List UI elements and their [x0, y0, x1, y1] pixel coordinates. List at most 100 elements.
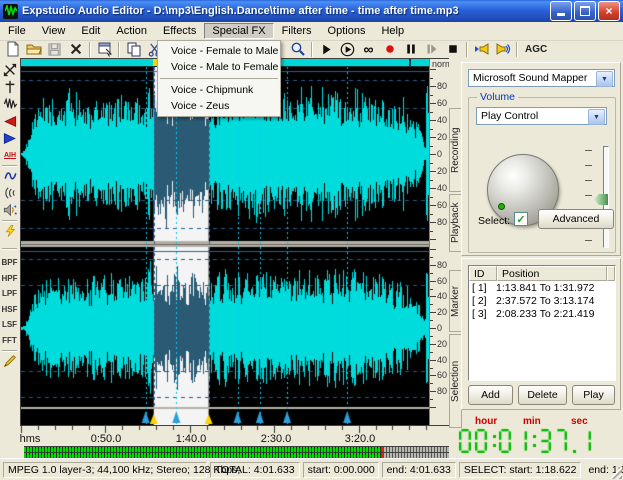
menu-item-filters[interactable]: Filters	[274, 23, 320, 39]
volume-control-combo[interactable]: Play Control ▼	[476, 107, 607, 125]
scale-label: 60	[437, 200, 447, 210]
marker-row[interactable]: [ 2] 2:37.572 To 3:13.174	[469, 294, 615, 307]
close-button[interactable]: ×	[598, 1, 620, 21]
speaker-fx-button[interactable]	[2, 202, 18, 218]
zoom-button[interactable]	[287, 41, 308, 58]
lsf-filter-button[interactable]: LSF	[1, 318, 18, 331]
add-marker-button[interactable]: Add	[468, 385, 513, 405]
copy-button[interactable]	[123, 41, 144, 58]
play-selection-button[interactable]	[337, 41, 358, 58]
play-marker-button[interactable]: Play	[572, 385, 615, 405]
column-header-position[interactable]: Position	[497, 266, 607, 281]
scale-tick	[430, 328, 436, 329]
menu-bar: File View Edit Action Effects Special FX…	[0, 22, 623, 41]
new-file-button[interactable]	[2, 41, 23, 58]
fade-in-button[interactable]	[2, 113, 18, 129]
pause-button[interactable]	[400, 41, 421, 58]
stop-button[interactable]	[442, 41, 463, 58]
fade-out-button[interactable]	[2, 130, 18, 146]
menu-item-effects[interactable]: Effects	[155, 23, 204, 39]
delete-marker-button[interactable]: Delete	[518, 385, 567, 405]
select-checkbox[interactable]: ✓	[514, 212, 528, 226]
advanced-button[interactable]: Advanced	[538, 209, 614, 229]
step-forward-button[interactable]	[421, 41, 442, 58]
record-button[interactable]	[379, 41, 400, 58]
scale-tick	[430, 289, 433, 290]
delete-button[interactable]	[65, 41, 86, 58]
fx-menu-item-voice-chipmunk[interactable]: Voice - Chipmunk	[158, 82, 280, 98]
scale-tick	[430, 320, 433, 321]
marker-row[interactable]: [ 3] 2:08.233 To 2:21.419	[469, 307, 615, 320]
menu-item-help[interactable]: Help	[373, 23, 412, 39]
pan-arrows-button[interactable]	[2, 62, 18, 78]
speaker-right-icon	[495, 41, 511, 57]
scale-label: 20	[437, 307, 447, 317]
play-button[interactable]	[316, 41, 337, 58]
speaker-right-button[interactable]	[492, 41, 513, 58]
menu-item-action[interactable]: Action	[108, 23, 155, 39]
loop-button[interactable]: ∞	[358, 41, 379, 58]
left-strip-separator	[2, 248, 17, 250]
lpf-filter-button[interactable]: LPF	[1, 287, 18, 300]
scale-tick	[430, 352, 433, 353]
open-file-button[interactable]	[23, 41, 44, 58]
scale-tick	[430, 265, 436, 266]
echo-button[interactable]	[2, 168, 18, 184]
normalize-button[interactable]: AIH	[2, 147, 18, 163]
left-strip-separator	[2, 220, 17, 222]
status-format: MPEG 1.0 layer-3; 44,100 kHz; Stereo; 12…	[3, 462, 207, 478]
toolbar-separator	[466, 42, 468, 57]
scale-label: 20	[437, 166, 447, 176]
scale-tick	[430, 407, 436, 408]
hsf-filter-button[interactable]: HSF	[1, 303, 18, 316]
scale-tick	[430, 214, 433, 215]
toolbar: ∞ AGC	[0, 40, 623, 58]
properties-button[interactable]	[94, 41, 115, 58]
volume-slider-thumb[interactable]	[594, 194, 608, 205]
scale-tick	[430, 95, 433, 96]
time-ruler[interactable]	[20, 426, 452, 434]
agc-toggle[interactable]: AGC	[525, 44, 547, 55]
amplify-button[interactable]	[2, 223, 18, 239]
toolbar-separator	[89, 42, 91, 57]
marker-list[interactable]: ID Position [ 1] 1:13.841 To 1:31.972 [ …	[468, 265, 616, 381]
menu-item-options[interactable]: Options	[320, 23, 374, 39]
vibrato-icon	[3, 186, 17, 200]
zoom-icon	[290, 41, 306, 57]
marker-row[interactable]: [ 1] 1:13.841 To 1:31.972	[469, 281, 615, 294]
maximize-button[interactable]	[574, 1, 596, 21]
waveform-canvas[interactable]	[21, 67, 429, 425]
pause-icon	[405, 43, 417, 55]
scale-tick	[430, 399, 433, 400]
menu-item-view[interactable]: View	[34, 23, 74, 39]
edit-pencil-button[interactable]	[2, 353, 18, 369]
chevron-down-icon[interactable]: ▼	[596, 71, 613, 87]
resize-grip[interactable]	[609, 466, 622, 479]
scale-label: 40	[437, 291, 447, 301]
speaker-left-button[interactable]	[471, 41, 492, 58]
vibrato-button[interactable]	[2, 185, 18, 201]
menu-item-file[interactable]: File	[0, 23, 34, 39]
device-combo[interactable]: Microsoft Sound Mapper ▼	[468, 69, 615, 87]
bpf-filter-button[interactable]: BPF	[1, 256, 18, 269]
marker-id: [ 3]	[469, 308, 496, 320]
minimize-button[interactable]	[550, 1, 572, 21]
fft-filter-button[interactable]: FFT	[1, 334, 18, 347]
close-icon: ×	[605, 6, 612, 16]
menu-item-edit[interactable]: Edit	[73, 23, 108, 39]
save-button[interactable]	[44, 41, 65, 58]
scale-tick	[430, 129, 433, 130]
scale-tick	[430, 197, 433, 198]
fx-menu-item-voice-zeus[interactable]: Voice - Zeus	[158, 98, 280, 114]
hpf-filter-button[interactable]: HPF	[1, 272, 18, 285]
special-fx-dropdown: Voice - Female to Male Voice - Male to F…	[157, 40, 281, 117]
chevron-down-icon[interactable]: ▼	[588, 109, 605, 125]
left-strip-separator	[2, 350, 17, 352]
fx-menu-item-voice-male-to-female[interactable]: Voice - Male to Female	[158, 59, 280, 75]
menu-item-special-fx[interactable]: Special FX	[204, 23, 273, 39]
waveform-button[interactable]	[2, 96, 18, 112]
marker-cross-button[interactable]	[2, 79, 18, 95]
fx-menu-item-voice-female-to-male[interactable]: Voice - Female to Male	[158, 43, 280, 59]
scale-label: 20	[437, 339, 447, 349]
column-header-id[interactable]: ID	[469, 266, 497, 281]
